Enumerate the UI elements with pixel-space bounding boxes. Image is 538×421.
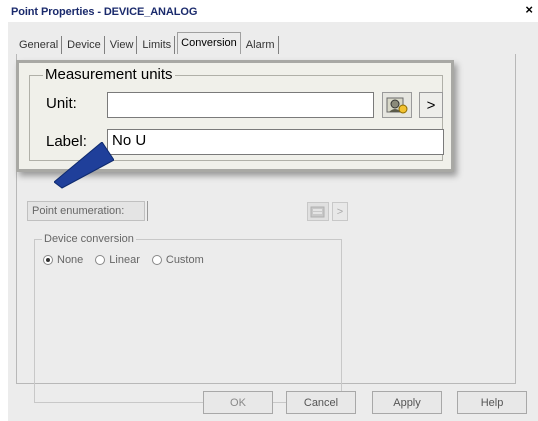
device-conversion-group: Device conversion None Linear Custom <box>34 233 342 403</box>
radio-linear[interactable]: Linear <box>95 254 140 266</box>
radio-dot-icon <box>43 255 53 265</box>
tab-conversion[interactable]: Conversion <box>177 32 241 54</box>
point-enumeration-field[interactable] <box>147 201 297 221</box>
enumeration-more-button[interactable]: > <box>332 202 348 221</box>
unit-browse-button[interactable] <box>382 92 412 118</box>
tab-alarm[interactable]: Alarm <box>243 36 279 54</box>
label-input[interactable]: No U <box>107 129 444 155</box>
radio-custom[interactable]: Custom <box>151 254 204 266</box>
device-conversion-legend: Device conversion <box>42 233 136 245</box>
title-bar: Point Properties - DEVICE_ANALOG × <box>0 0 538 22</box>
enumeration-browse-button[interactable] <box>307 202 329 221</box>
radio-none-label: None <box>57 254 84 266</box>
unit-label: Unit: <box>46 95 77 112</box>
tab-device[interactable]: Device <box>64 36 105 54</box>
close-icon[interactable]: × <box>525 3 533 17</box>
apply-button[interactable]: Apply <box>372 391 442 414</box>
tab-view[interactable]: View <box>107 36 138 54</box>
pointer-arrow-icon <box>54 142 114 189</box>
window-title: Point Properties - DEVICE_ANALOG <box>11 6 198 18</box>
tab-limits[interactable]: Limits <box>139 36 176 54</box>
tab-strip: General Device View Limits Conversion Al… <box>16 32 281 54</box>
measurement-units-legend: Measurement units <box>43 66 175 83</box>
radio-linear-label: Linear <box>109 254 140 266</box>
tab-general[interactable]: General <box>16 36 63 54</box>
radio-custom-label: Custom <box>165 254 204 266</box>
conversion-radio-group: None Linear Custom <box>43 254 204 266</box>
point-enumeration-label: Point enumeration: <box>27 201 145 221</box>
radio-none[interactable]: None <box>43 254 83 266</box>
help-button[interactable]: Help <box>457 391 527 414</box>
ok-button[interactable]: OK <box>203 391 273 414</box>
radio-dot-icon <box>95 255 106 265</box>
database-icon <box>310 206 325 217</box>
unit-more-button[interactable]: > <box>419 92 443 118</box>
radio-dot-icon <box>151 255 162 265</box>
unit-picker-icon <box>386 97 408 114</box>
unit-input[interactable] <box>107 92 374 118</box>
cancel-button[interactable]: Cancel <box>286 391 356 414</box>
